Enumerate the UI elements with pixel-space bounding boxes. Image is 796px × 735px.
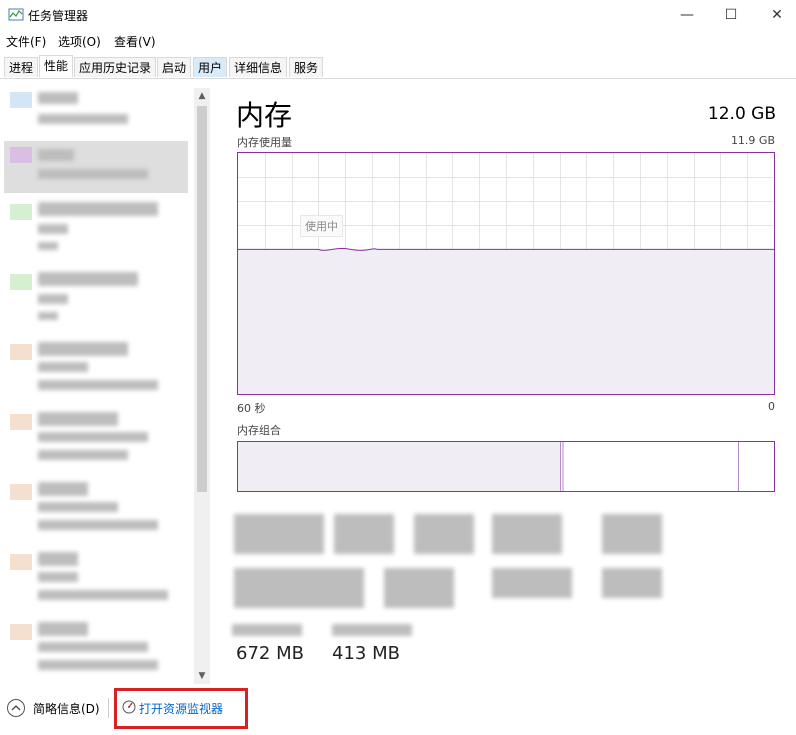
resource-item-network-2[interactable]: [4, 478, 188, 540]
cpu-sparkline-icon: [10, 92, 32, 108]
network-sparkline-icon: [10, 624, 32, 640]
resource-item-cpu[interactable]: [4, 86, 188, 148]
open-resource-monitor-link[interactable]: 打开资源监视器: [139, 700, 223, 717]
tab-details[interactable]: 详细信息: [229, 57, 288, 77]
network-sparkline-icon: [10, 484, 32, 500]
memory-usage-chart: [238, 153, 774, 394]
minimize-button[interactable]: —: [664, 0, 710, 30]
maximize-button[interactable]: ☐: [708, 0, 754, 30]
network-sparkline-icon: [10, 554, 32, 570]
chevron-up-circle-icon[interactable]: [7, 699, 25, 717]
network-sparkline-icon: [10, 414, 32, 430]
menu-file[interactable]: 文件(F): [6, 33, 46, 50]
resource-list-scrollbar[interactable]: ▲ ▼: [194, 88, 210, 684]
resource-item-network-1[interactable]: [4, 408, 188, 470]
memory-usage-label: 内存使用量: [237, 136, 292, 149]
tab-processes[interactable]: 进程: [4, 57, 39, 77]
memory-composition-bar: [237, 441, 775, 492]
menu-options[interactable]: 选项(O): [58, 33, 101, 50]
menu-view[interactable]: 查看(V): [114, 33, 156, 50]
memory-usage-area: [238, 249, 774, 394]
network-sparkline-icon: [10, 344, 32, 360]
composition-modified: [562, 442, 564, 491]
tab-startup[interactable]: 启动: [157, 57, 192, 77]
resource-item-disk-0[interactable]: [4, 198, 188, 260]
memory-title: 内存: [236, 99, 293, 132]
memory-panel: 内存 12.0 GB 内存使用量 11.9 GB 使用中 60 秒 0 内存组合…: [224, 86, 796, 686]
task-manager-icon: [8, 8, 24, 21]
time-axis-left: 60 秒: [237, 402, 266, 415]
footer-separator: [108, 698, 109, 718]
resource-monitor-icon[interactable]: [122, 700, 136, 714]
disk-sparkline-icon: [10, 274, 32, 290]
stat-value-1: 413 MB: [332, 643, 400, 664]
tab-bar: 进程 性能 应用历史记录 启动 用户 详细信息 服务: [0, 52, 796, 79]
window-title: 任务管理器: [28, 9, 89, 23]
scroll-thumb[interactable]: [197, 106, 207, 492]
scroll-up-icon[interactable]: ▲: [194, 88, 210, 104]
tab-app-history[interactable]: 应用历史记录: [74, 57, 157, 77]
memory-sparkline-icon: [10, 147, 32, 163]
resource-item-disk-1[interactable]: [4, 268, 188, 330]
resource-item-network-3[interactable]: [4, 548, 188, 610]
scroll-down-icon[interactable]: ▼: [194, 668, 210, 684]
time-axis-right: 0: [768, 400, 775, 413]
resource-item-network-4[interactable]: [4, 618, 188, 680]
disk-sparkline-icon: [10, 204, 32, 220]
composition-standby-divider: [738, 442, 739, 491]
graph-overlay-label: 使用中: [300, 215, 343, 237]
close-button[interactable]: ✕: [754, 0, 796, 30]
resource-item-network-0[interactable]: [4, 338, 188, 400]
resource-item-memory[interactable]: [4, 141, 188, 193]
memory-usage-graph: 使用中: [237, 152, 775, 395]
tab-performance[interactable]: 性能: [39, 55, 74, 77]
memory-usage-max: 11.9 GB: [730, 134, 775, 147]
composition-in-use: [238, 442, 561, 491]
tab-services[interactable]: 服务: [289, 57, 324, 77]
footer-bar: 简略信息(D) 打开资源监视器: [0, 686, 796, 735]
menu-bar: 文件(F) 选项(O) 查看(V): [0, 30, 796, 52]
title-bar: 任务管理器 — ☐ ✕: [0, 0, 796, 30]
tab-users[interactable]: 用户: [193, 57, 228, 77]
memory-composition-label: 内存组合: [237, 424, 281, 437]
resource-list: [0, 86, 212, 686]
stat-value-0: 672 MB: [236, 643, 304, 664]
fewer-details-link[interactable]: 简略信息(D): [33, 700, 100, 717]
memory-capacity: 12.0 GB: [707, 104, 776, 124]
